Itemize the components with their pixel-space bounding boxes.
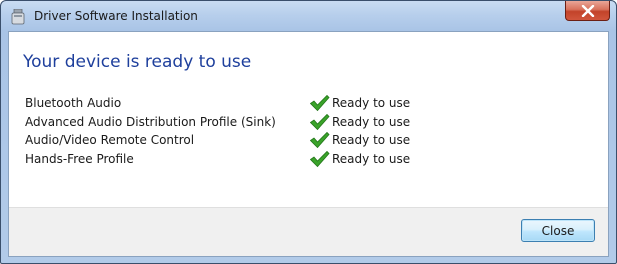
status-text: Ready to use <box>332 151 411 166</box>
status-text: Ready to use <box>332 133 411 147</box>
checkmark-icon <box>309 94 330 112</box>
close-icon <box>581 4 594 17</box>
device-name: Audio/Video Remote Control <box>25 133 195 147</box>
page-title: Your device is ready to use <box>23 52 252 72</box>
list-item: Audio/Video Remote Control Ready to use <box>25 131 585 151</box>
status-text: Ready to use <box>332 114 411 129</box>
device-name: Hands-Free Profile <box>25 151 134 166</box>
device-name: Bluetooth Audio <box>25 96 122 110</box>
dialog-footer: Close <box>9 207 608 256</box>
checkmark-icon <box>309 150 330 167</box>
status-text: Ready to use <box>332 96 411 110</box>
close-button[interactable]: Close <box>521 219 595 242</box>
checkmark-icon <box>309 131 330 149</box>
device-name: Advanced Audio Distribution Profile (Sin… <box>25 114 276 129</box>
list-item: Hands-Free Profile Ready to use <box>25 150 585 170</box>
window-close-button[interactable] <box>565 1 610 21</box>
dialog-content: Your device is ready to use Bluetooth Au… <box>8 31 609 257</box>
list-item: Bluetooth Audio Ready to use <box>25 94 585 114</box>
window-title: Driver Software Installation <box>34 9 198 23</box>
dialog-window: Driver Software Installation Your device… <box>0 0 617 264</box>
title-bar[interactable]: Driver Software Installation <box>1 1 616 31</box>
list-item: Advanced Audio Distribution Profile (Sin… <box>25 113 585 133</box>
device-list: Bluetooth Audio Ready to use Advanced Au… <box>25 94 585 170</box>
checkmark-icon <box>309 113 330 130</box>
usb-drive-icon <box>11 8 25 25</box>
